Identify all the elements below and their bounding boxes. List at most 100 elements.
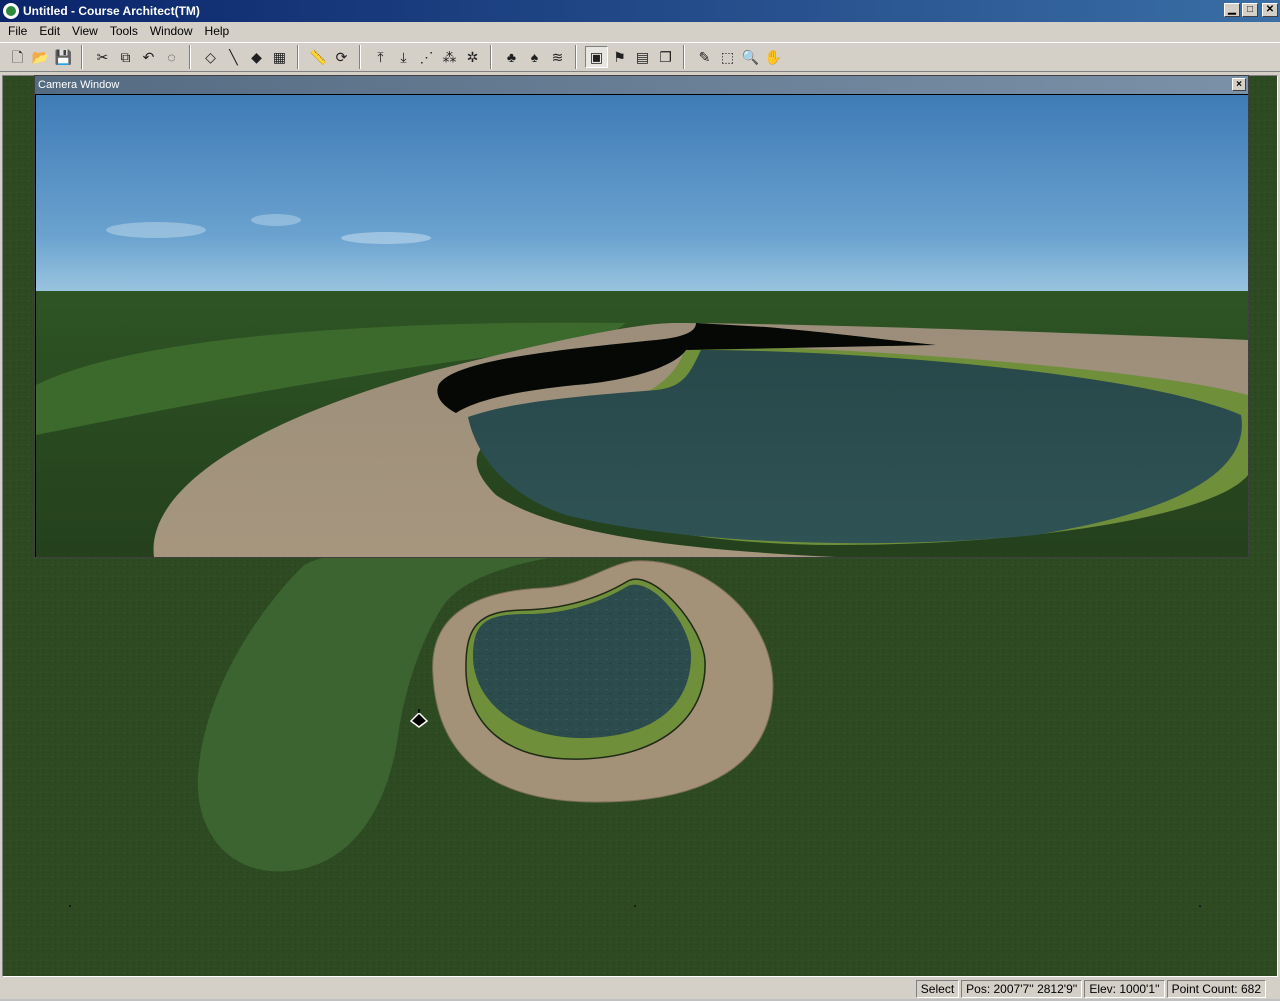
camera-button[interactable]: ▣ [585,46,608,68]
window-button[interactable]: ❐ [654,46,677,68]
menu-tools[interactable]: Tools [104,22,144,41]
smooth-button[interactable]: ⋰ [415,46,438,68]
toolbar-separator [575,45,577,69]
pan-hand-icon: ✋ [764,49,783,65]
smooth-icon: ⋰ [419,49,434,65]
measure-button[interactable]: 📏 [307,46,330,68]
window-title: Untitled - Course Architect(TM) [23,4,200,18]
status-bar: Select Pos: 2007'7'' 2812'9'' Elev: 1000… [0,978,1280,999]
close-icon: ✕ [1265,4,1275,15]
tree-button[interactable]: ♠ [523,46,546,68]
minimize-button[interactable]: ▁ [1224,3,1240,17]
copy-button[interactable]: ⧉ [114,46,137,68]
copy-icon: ⧉ [120,49,131,65]
toolbar-group: 📏 ⟳ [307,46,353,68]
menu-edit[interactable]: Edit [33,22,66,41]
stamp-button[interactable]: ▦ [268,46,291,68]
open-icon: 📂 [31,49,50,65]
title-bar[interactable]: Untitled - Course Architect(TM) ▁ □ ✕ [0,0,1280,22]
save-button[interactable]: 💾 [52,46,75,68]
cloud [106,222,206,238]
scatter-icon: ⁂ [442,49,457,65]
toolbar-separator [359,45,361,69]
cloud [341,232,431,244]
measure-icon: 📏 [309,49,328,65]
camera-window-title: Camera Window [38,79,120,91]
undo-button[interactable]: ↶ [137,46,160,68]
eyedropper-button[interactable]: ✎ [693,46,716,68]
toolbar-group: ♣ ♠ ≋ [500,46,569,68]
undo-icon: ↶ [142,49,155,65]
lasso-icon: ◌ [167,49,176,65]
toolbar-separator [297,45,299,69]
draw-line-icon: ╲ [229,49,238,65]
toolbar-group: 🗋 📂 💾 [6,46,75,68]
film-icon: ▤ [635,49,650,65]
zoom-box-button[interactable]: ⬚ [716,46,739,68]
zoom-icon: 🔍 [741,49,760,65]
toolbar-separator [490,45,492,69]
camera-3d-view[interactable] [36,95,1248,557]
draw-line-button[interactable]: ╲ [222,46,245,68]
toolbar-group: ◇ ╲ ◆ ▦ [199,46,291,68]
marker-point [1199,905,1201,907]
lasso-button[interactable]: ◌ [160,46,183,68]
open-button[interactable]: 📂 [29,46,52,68]
save-icon: 💾 [54,49,73,65]
close-button[interactable]: ✕ [1262,3,1278,17]
sky-area [36,95,1248,295]
cut-button[interactable]: ✂ [91,46,114,68]
marker-point [634,905,636,907]
camera-window-titlebar[interactable]: Camera Window × [35,76,1248,94]
menu-bar: File Edit View Tools Window Help [0,22,1280,41]
raise-button[interactable]: ⤒ [369,46,392,68]
shape-button[interactable]: ◆ [245,46,268,68]
lower-icon: ⤓ [400,49,407,65]
hole-button[interactable]: ⚑ [608,46,631,68]
app-window: Untitled - Course Architect(TM) ▁ □ ✕ Fi… [0,0,1280,1001]
marker-point [69,905,71,907]
path-icon: ≋ [551,49,564,65]
pointer-cursor-icon [409,709,429,728]
status-elevation: Elev: 1000'1'' [1084,979,1165,998]
minimize-icon: ▁ [1228,4,1236,15]
menu-help[interactable]: Help [199,22,236,41]
raise-icon: ⤒ [377,49,384,65]
select-point-button[interactable]: ◇ [199,46,222,68]
shape-icon: ◆ [251,49,262,65]
menu-window[interactable]: Window [144,22,199,41]
camera-3d-canvas[interactable] [36,95,1248,557]
zoom-button[interactable]: 🔍 [739,46,762,68]
scatter-button[interactable]: ⁂ [438,46,461,68]
new-button[interactable]: 🗋 [6,46,29,68]
camera-window-close-button[interactable]: × [1232,78,1246,91]
toolbar-group: ✂ ⧉ ↶ ◌ [91,46,183,68]
toolbar-group: ✎ ⬚ 🔍 ✋ [693,46,785,68]
pan-hand-button[interactable]: ✋ [762,46,785,68]
tree-icon: ♠ [530,49,539,65]
rotate-button[interactable]: ⟳ [330,46,353,68]
stamp-icon: ▦ [272,49,287,65]
app-logo-icon[interactable] [3,3,19,19]
plant-icon: ✲ [466,49,479,65]
menu-view[interactable]: View [66,22,104,41]
rotate-icon: ⟳ [335,49,348,65]
toolbar-separator [81,45,83,69]
toolbar-group: ▣ ⚑ ▤ ❐ [585,46,677,68]
status-point-count: Point Count: 682 [1166,979,1266,998]
lower-button[interactable]: ⤓ [392,46,415,68]
main-toolbar: 🗋 📂 💾 ✂ ⧉ ↶ ◌ ◇ ╲ ◆ ▦ 📏 ⟳ ⤒ ⤓ ⋰ ⁂ ✲ ♣ ♠ ≋ ▣ ⚑ ▤ ❐ ✎ ⬚ 🔍 ✋ [0,42,1280,72]
menu-file[interactable]: File [2,22,33,41]
camera-window[interactable]: Camera Window × [34,75,1249,558]
film-button[interactable]: ▤ [631,46,654,68]
toolbar-separator [683,45,685,69]
toolbar-separator [189,45,191,69]
zoom-box-icon: ⬚ [720,49,735,65]
status-mode: Select [915,979,960,998]
cloud [251,214,301,226]
cut-icon: ✂ [96,49,109,65]
path-button[interactable]: ≋ [546,46,569,68]
plant-button[interactable]: ✲ [461,46,484,68]
trees-button[interactable]: ♣ [500,46,523,68]
maximize-button[interactable]: □ [1242,3,1258,17]
